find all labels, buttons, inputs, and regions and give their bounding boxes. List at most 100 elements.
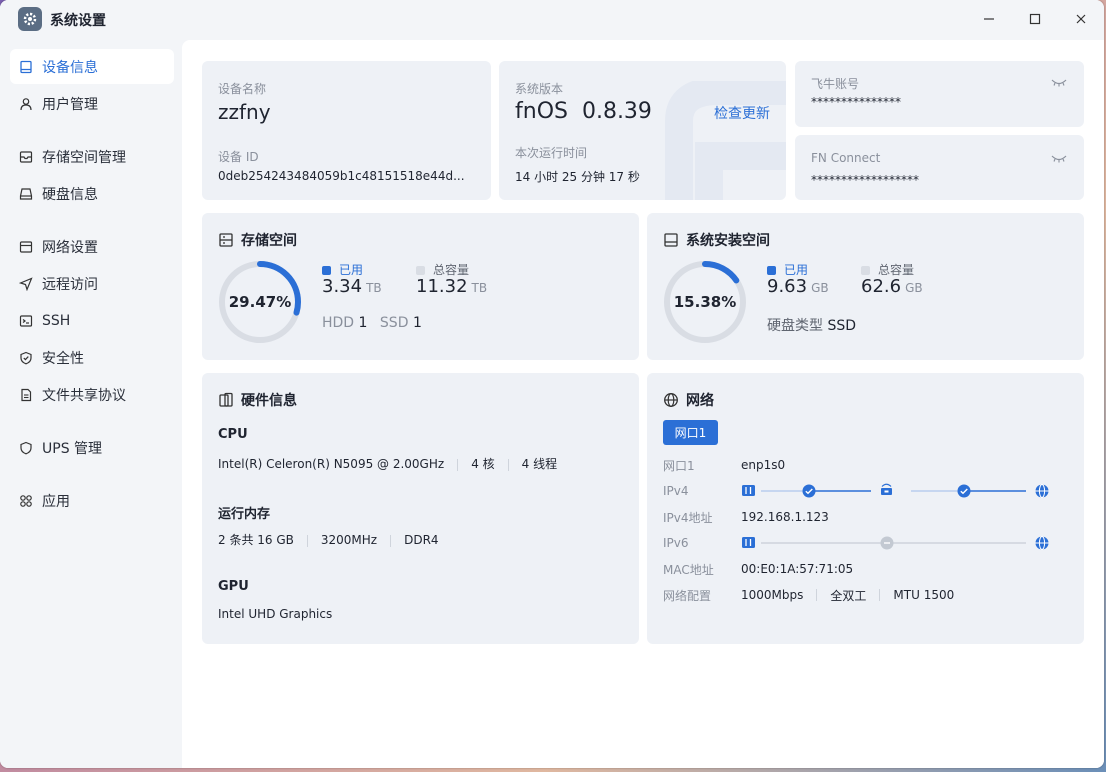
storage-disk-counts: HDD 1 SSD 1 xyxy=(322,315,422,331)
storage-used-label: 已用 xyxy=(339,263,364,277)
device-name-label: 设备名称 xyxy=(218,82,267,96)
storage-used-value: 3.34 TB xyxy=(322,276,382,297)
router-icon xyxy=(881,483,892,495)
hardware-card: 硬件信息 CPU Intel(R) Celeron(R) N5095 @ 2.0… xyxy=(202,373,639,644)
check-icon xyxy=(957,484,971,498)
storage-used-unit: TB xyxy=(366,281,382,295)
feiniu-account-label: 飞牛账号 xyxy=(811,77,860,91)
sidebar: 设备信息 用户管理 存储空间管理 硬盘信息 网络设置 远程访问 SSH 安全性 xyxy=(0,40,182,768)
minimize-button[interactable] xyxy=(974,6,1004,32)
fn-connect-value: ****************** xyxy=(811,173,919,187)
check-update-link[interactable]: 检查更新 xyxy=(714,103,770,123)
storage-card: 存储空间 29.47% 已用 3.34 TB 总容量 11.32 TB HDD 1 xyxy=(202,213,639,360)
port-value: enp1s0 xyxy=(741,458,786,472)
feiniu-account-value: *************** xyxy=(811,95,901,109)
sidebar-item-label: 存储空间管理 xyxy=(42,149,126,166)
storage-total-value: 11.32 TB xyxy=(416,276,487,297)
sidebar-item-label: 应用 xyxy=(42,493,70,510)
main-content: 设备名称 zzfny 设备 ID 0deb254243484059b1c4815… xyxy=(182,40,1104,768)
memory-size: 2 条共 16 GB xyxy=(218,533,294,547)
eye-closed-icon[interactable] xyxy=(1051,78,1067,88)
hardware-title-text: 硬件信息 xyxy=(241,393,297,409)
storage-icon xyxy=(219,233,233,247)
sidebar-item-label: 硬盘信息 xyxy=(42,186,98,203)
sidebar-item-label: 用户管理 xyxy=(42,96,98,113)
sidebar-item-label: SSH xyxy=(42,312,71,329)
network-config-label: 网络配置 xyxy=(663,588,712,603)
disk-type: 硬盘类型 SSD xyxy=(767,315,856,335)
maximize-button[interactable] xyxy=(1020,6,1050,32)
sidebar-item-ups[interactable]: UPS 管理 xyxy=(10,430,174,465)
sidebar-item-label: 设备信息 xyxy=(42,59,98,76)
storage-usage-donut: 29.47% xyxy=(219,261,301,343)
sidebar-item-file-sharing[interactable]: 文件共享协议 xyxy=(10,377,174,412)
device-icon xyxy=(19,60,33,74)
sidebar-item-security[interactable]: 安全性 xyxy=(10,340,174,375)
system-space-card: 系统安装空间 15.38% 已用 9.63 GB 总容量 62.6 GB 硬盘类型 … xyxy=(647,213,1084,360)
storage-title-text: 存储空间 xyxy=(241,233,297,249)
system-used-number: 9.63 xyxy=(767,276,808,297)
title-bar: 系统设置 xyxy=(0,0,1104,38)
hardware-icon xyxy=(219,392,233,407)
internet-globe-icon xyxy=(1035,536,1049,550)
disconnected-icon xyxy=(880,536,894,550)
sidebar-item-label: 安全性 xyxy=(42,350,84,367)
mac-row: MAC地址 00:E0:1A:57:71:05 xyxy=(663,561,1083,577)
tab-port-1[interactable]: 网口1 xyxy=(663,420,718,445)
network-title: 网络 xyxy=(663,390,714,410)
settings-window: 系统设置 设备信息 用户管理 存储空间管理 硬盘信息 网络设置 远程访问 SSH… xyxy=(0,0,1104,768)
ups-icon xyxy=(19,441,33,455)
feiniu-account-card: 飞牛账号 *************** xyxy=(795,61,1084,127)
fn-connect-label: FN Connect xyxy=(811,151,881,165)
eye-closed-icon[interactable] xyxy=(1051,154,1067,164)
used-legend-swatch xyxy=(767,266,776,275)
network-config-row: 网络配置 1000Mbps 全双工 MTU 1500 xyxy=(663,587,1083,603)
sidebar-item-device-info[interactable]: 设备信息 xyxy=(10,49,174,84)
cpu-cores: 4 核 xyxy=(471,457,495,471)
sidebar-item-label: 文件共享协议 xyxy=(42,387,126,404)
sidebar-item-label: 远程访问 xyxy=(42,276,98,293)
storage-total-unit: TB xyxy=(471,281,488,295)
ipv4-label: IPv4 xyxy=(663,484,689,498)
network-card: 网络 网口1 网口1 enp1s0 IPv4 IPv4地址 192.168.1.… xyxy=(647,373,1084,644)
link-speed: 1000Mbps xyxy=(741,588,804,602)
sidebar-item-label: UPS 管理 xyxy=(42,440,103,457)
nas-icon xyxy=(742,537,755,548)
storage-icon xyxy=(19,150,33,164)
used-legend-swatch xyxy=(322,266,331,275)
storage-total-label: 总容量 xyxy=(433,263,470,277)
sidebar-item-apps[interactable]: 应用 xyxy=(10,483,174,518)
disk-type-value: SSD xyxy=(827,318,857,334)
sidebar-item-disk[interactable]: 硬盘信息 xyxy=(10,176,174,211)
gear-icon xyxy=(18,7,42,31)
sidebar-item-storage[interactable]: 存储空间管理 xyxy=(10,139,174,174)
port-row: 网口1 enp1s0 xyxy=(663,457,1083,473)
uptime: 14 小时 25 分钟 17 秒 xyxy=(515,170,640,184)
close-button[interactable] xyxy=(1066,6,1096,32)
shield-icon xyxy=(19,351,33,365)
internet-globe-icon xyxy=(1035,484,1049,498)
sidebar-item-ssh[interactable]: SSH xyxy=(10,303,174,338)
device-id-label: 设备 ID xyxy=(218,150,259,164)
fnos-watermark-icon xyxy=(665,81,786,200)
system-space-percent: 15.38% xyxy=(674,293,736,311)
cpu-label: CPU xyxy=(218,427,248,442)
hdd-label: HDD xyxy=(322,315,355,331)
device-id: 0deb254243484059b1c48151518e44d... xyxy=(218,169,465,183)
system-total-label: 总容量 xyxy=(878,263,915,277)
ipv4-address-value: 192.168.1.123 xyxy=(741,510,829,524)
sidebar-item-remote[interactable]: 远程访问 xyxy=(10,266,174,301)
sidebar-item-users[interactable]: 用户管理 xyxy=(10,86,174,121)
user-icon xyxy=(19,97,33,111)
network-icon xyxy=(19,240,33,254)
gpu-label: GPU xyxy=(218,579,249,594)
memory-label: 运行内存 xyxy=(218,507,271,522)
disk-icon xyxy=(19,187,33,201)
sidebar-item-network[interactable]: 网络设置 xyxy=(10,229,174,264)
sidebar-item-label: 网络设置 xyxy=(42,239,98,256)
total-legend-swatch xyxy=(861,266,870,275)
device-card: 设备名称 zzfny 设备 ID 0deb254243484059b1c4815… xyxy=(202,61,491,200)
storage-percent: 29.47% xyxy=(229,293,291,311)
ipv4-connection-diagram xyxy=(742,483,1049,498)
cpu-threads: 4 线程 xyxy=(521,457,558,471)
